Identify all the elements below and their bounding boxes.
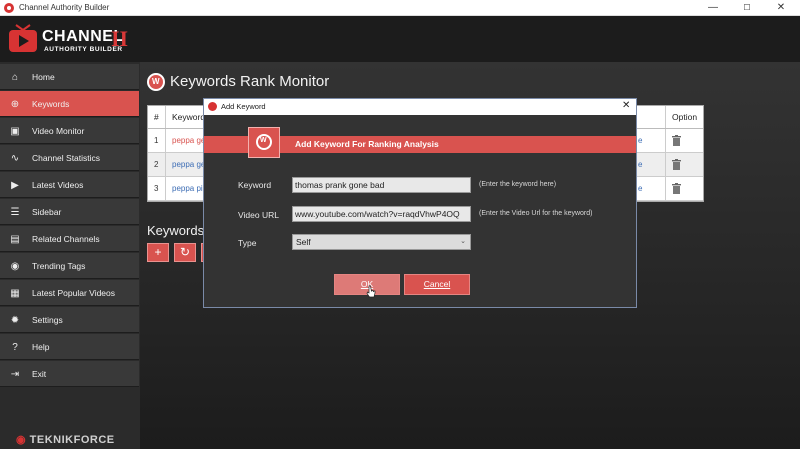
sidebar-item-label: Related Channels (32, 234, 100, 244)
channel-logo-icon (9, 24, 37, 52)
page-title: Keywords Rank Monitor (170, 73, 330, 90)
logo-version: II (111, 26, 129, 51)
trash-icon[interactable] (672, 183, 681, 194)
sidebar-item-help[interactable]: ? Help (0, 334, 139, 360)
add-keyword-dialog: Add Keyword ✕ Add Keyword For Ranking An… (203, 98, 637, 308)
row-link[interactable]: e (638, 184, 642, 193)
row-keyword[interactable]: peppa ge (172, 136, 205, 145)
keyword-input[interactable]: thomas prank gone bad (292, 177, 471, 193)
related-channels-icon: ▤ (10, 234, 20, 245)
video-url-input[interactable]: www.youtube.com/watch?v=raqdVhwP4OQ (292, 206, 471, 222)
sidebar-item-home[interactable]: ⌂ Home (0, 64, 139, 90)
dialog-app-icon (208, 102, 217, 111)
keyword-search-icon: ⊕ (10, 99, 20, 110)
sidebar: ⌂ Home ⊕ Keywords ▣ Video Monitor ∿ Chan… (0, 62, 140, 449)
row-number: 1 (154, 136, 159, 145)
sidebar-item-settings[interactable]: ✹ Settings (0, 307, 139, 333)
refresh-button[interactable]: ↻ (174, 243, 196, 262)
sidebar-item-label: Latest Videos (32, 180, 84, 190)
row-link[interactable]: e (638, 160, 642, 169)
footer-brand-text: TEKNIKFORCE (29, 434, 115, 446)
chevron-down-icon: ⌄ (460, 238, 466, 245)
sidebar-item-label: Exit (32, 369, 47, 379)
sidebar-item-label: Keywords (32, 99, 70, 109)
dialog-close-button[interactable]: ✕ (622, 100, 630, 111)
sidebar-item-label: Trending Tags (32, 261, 86, 271)
window-title: Channel Authority Builder (19, 3, 110, 12)
cancel-button[interactable]: Cancel (404, 274, 470, 295)
keyword-hint: (Enter the keyword here) (479, 181, 557, 188)
sidebar-item-label: Channel Statistics (32, 153, 101, 163)
row-number: 2 (154, 160, 159, 169)
sidebar-item-exit[interactable]: ⇥ Exit (0, 361, 139, 387)
type-select[interactable]: Self ⌄ (292, 234, 471, 250)
sidebar-item-video-monitor[interactable]: ▣ Video Monitor (0, 118, 139, 144)
home-icon: ⌂ (11, 72, 19, 83)
trending-tags-icon: ◉ (10, 261, 20, 272)
trash-icon[interactable] (672, 159, 681, 170)
sidebar-item-label: Sidebar (32, 207, 62, 217)
column-header-option: Option (672, 112, 698, 122)
keyword-label: Keyword (238, 180, 272, 190)
app-icon (4, 3, 14, 13)
sidebar-item-trending-tags[interactable]: ◉ Trending Tags (0, 253, 139, 279)
sidebar-item-related-channels[interactable]: ▤ Related Channels (0, 226, 139, 252)
gear-icon: ✹ (10, 315, 20, 326)
dialog-titlebar: Add Keyword ✕ (204, 99, 636, 115)
video-monitor-icon: ▣ (10, 126, 20, 137)
sidebar-item-label: Latest Popular Videos (32, 288, 116, 298)
statistics-icon: ∿ (10, 153, 20, 164)
column-header-num: # (154, 112, 159, 122)
sidebar-item-label: Help (32, 342, 50, 352)
sidebar-list-icon: ☰ (10, 207, 20, 218)
sidebar-item-sidebar[interactable]: ☰ Sidebar (0, 199, 139, 225)
sidebar-item-latest-videos[interactable]: ▶ Latest Videos (0, 172, 139, 198)
sidebar-item-channel-statistics[interactable]: ∿ Channel Statistics (0, 145, 139, 171)
row-number: 3 (154, 184, 159, 193)
keyword-monitor-icon: W (147, 73, 165, 91)
video-url-label: Video URL (238, 210, 279, 220)
minimize-button[interactable]: — (696, 0, 730, 16)
column-header-keyword: Keyword (172, 112, 206, 122)
popular-videos-icon: ▦ (10, 288, 20, 299)
help-icon: ? (12, 342, 18, 353)
row-keyword[interactable]: peppa ge (172, 160, 205, 169)
type-label: Type (238, 238, 257, 248)
latest-videos-icon: ▶ (11, 180, 19, 191)
add-keyword-button[interactable]: + (147, 243, 169, 262)
sidebar-item-label: Settings (32, 315, 63, 325)
dialog-title: Add Keyword (221, 102, 266, 111)
app-header: CHANNEL AUTHORITY BUILDER II (0, 16, 800, 62)
video-url-hint: (Enter the Video Url for the keyword) (479, 210, 593, 217)
type-select-value: Self (296, 237, 311, 247)
row-keyword[interactable]: peppa pi (172, 184, 203, 193)
dialog-banner-text: Add Keyword For Ranking Analysis (295, 139, 439, 149)
teknikforce-logo: ◉ TEKNIKFORCE (16, 434, 115, 446)
sidebar-item-label: Video Monitor (32, 126, 85, 136)
maximize-button[interactable]: ☐ (730, 0, 764, 16)
sidebar-item-label: Home (32, 72, 55, 82)
sidebar-item-latest-popular-videos[interactable]: ▦ Latest Popular Videos (0, 280, 139, 306)
trash-icon[interactable] (672, 135, 681, 146)
exit-icon: ⇥ (10, 369, 20, 380)
keyword-search-logo-icon: W (248, 127, 280, 158)
mouse-cursor-icon (366, 285, 376, 298)
row-link[interactable]: e (638, 136, 642, 145)
keywords-section-heading: Keywords (147, 223, 205, 238)
window-titlebar: Channel Authority Builder — ☐ ✕ (0, 0, 800, 16)
close-window-button[interactable]: ✕ (764, 0, 798, 16)
sidebar-item-keywords[interactable]: ⊕ Keywords (0, 91, 139, 117)
